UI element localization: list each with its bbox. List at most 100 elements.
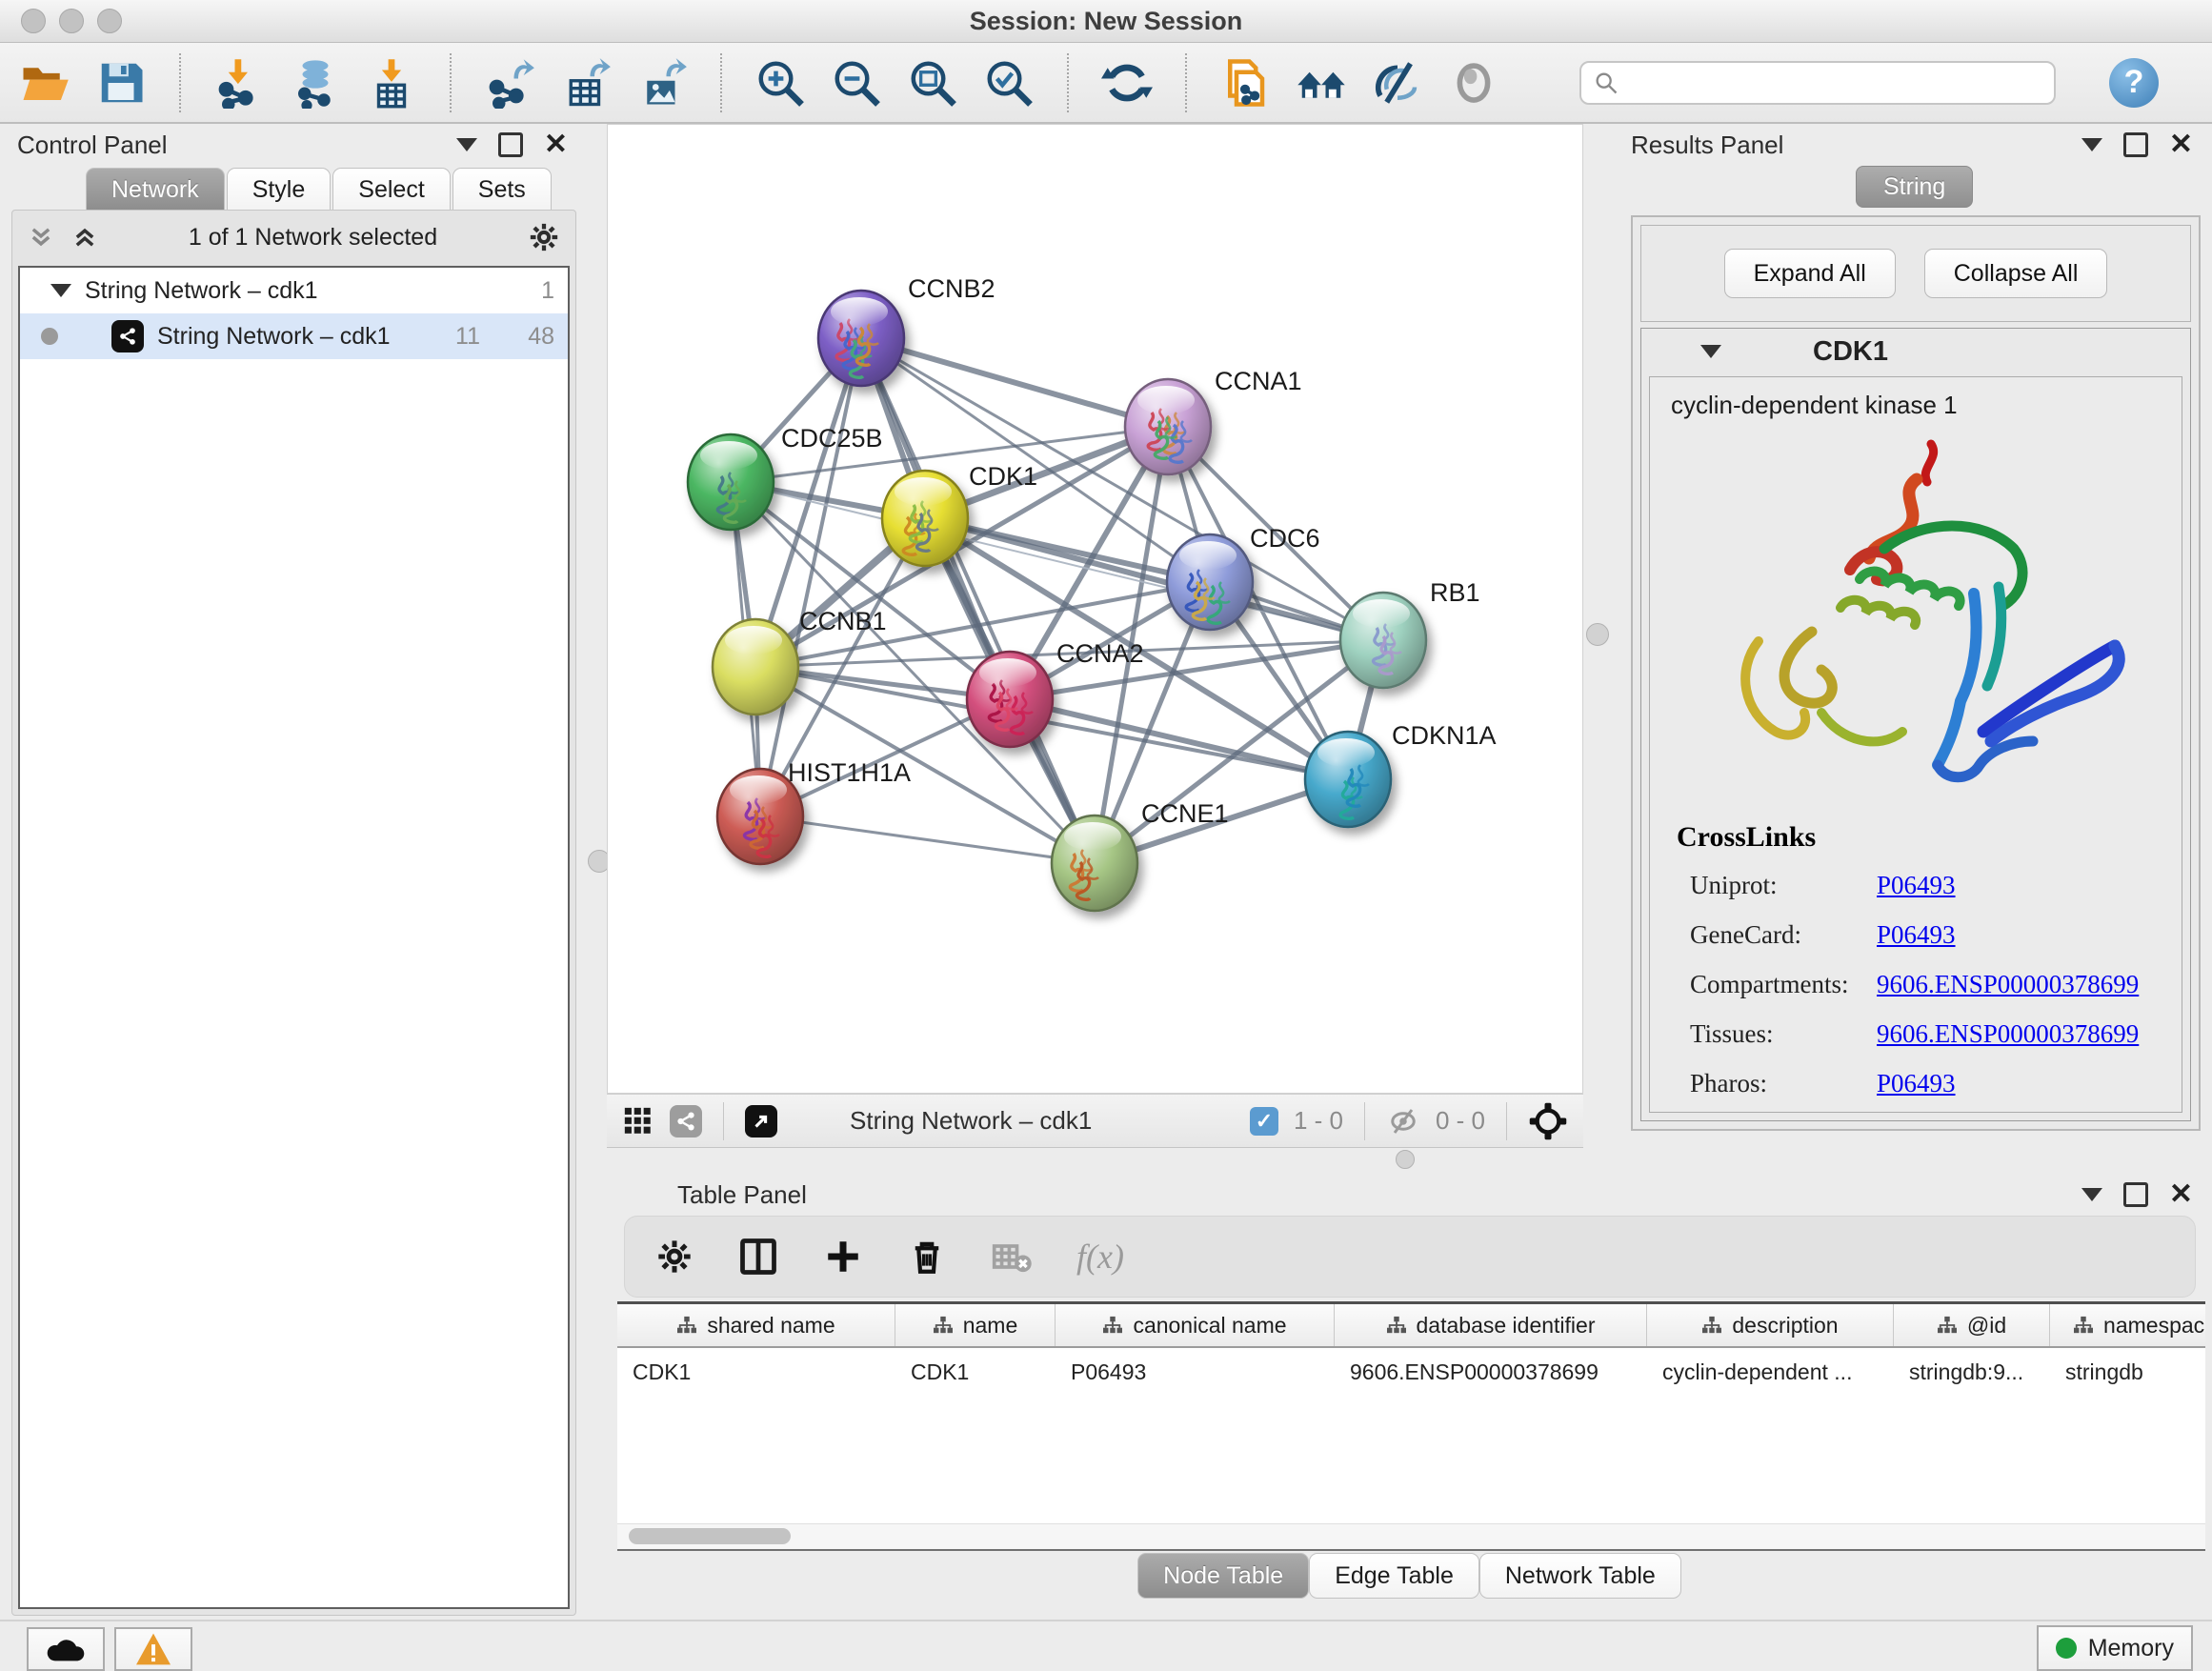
collapse-icon[interactable] (50, 284, 71, 297)
node-CCNB1[interactable] (713, 619, 798, 715)
float-panel-icon[interactable] (2081, 1188, 2102, 1201)
birds-eye-view-icon[interactable] (1528, 1101, 1568, 1141)
table-cell[interactable]: stringdb:9... (1894, 1348, 2050, 1396)
show-hide-icon[interactable] (1446, 55, 1501, 111)
column-header--id[interactable]: @id (1894, 1304, 2050, 1346)
expand-all-icon[interactable] (71, 224, 98, 251)
tab-sets[interactable]: Sets (452, 168, 552, 211)
scrollbar-thumb[interactable] (629, 1528, 791, 1544)
gene-section-header[interactable]: CDK1 (1641, 329, 2190, 374)
tab-network-table[interactable]: Network Table (1479, 1553, 1681, 1599)
grid-view-icon[interactable] (622, 1105, 654, 1137)
table-cell[interactable]: stringdb (2050, 1348, 2205, 1396)
open-in-window-icon[interactable] (745, 1105, 777, 1137)
node-CCNE1[interactable] (1052, 815, 1137, 911)
crosslink-link[interactable]: P06493 (1877, 1069, 2139, 1098)
network-tree-row[interactable]: String Network – cdk1 1 (20, 268, 568, 313)
help-button[interactable]: ? (2109, 58, 2159, 108)
edge-CCNA2-CDKN1A[interactable] (1010, 699, 1348, 779)
add-column-icon[interactable] (823, 1237, 863, 1277)
search-field[interactable] (1579, 61, 2056, 105)
search-input[interactable] (1629, 69, 2042, 97)
tab-edge-table[interactable]: Edge Table (1309, 1553, 1479, 1599)
warnings-button[interactable] (114, 1627, 192, 1671)
crosslink-link[interactable]: 9606.ENSP00000378699 (1877, 1019, 2139, 1049)
node-CCNB2[interactable] (818, 291, 904, 386)
hidden-eye-icon[interactable] (1386, 1104, 1420, 1138)
collapse-all-button[interactable]: Collapse All (1924, 249, 2108, 298)
float-panel-icon[interactable] (456, 138, 477, 151)
table-cell[interactable]: CDK1 (617, 1348, 895, 1396)
node-CDKN1A[interactable] (1305, 732, 1391, 827)
expand-all-button[interactable]: Expand All (1724, 249, 1896, 298)
collapse-gene-icon[interactable] (1700, 345, 1721, 358)
crosslink-link[interactable]: P06493 (1877, 871, 2139, 900)
right-divider-handle[interactable] (1586, 623, 1609, 646)
node-CCNA2[interactable] (967, 652, 1053, 747)
string-home-icon[interactable] (1294, 55, 1349, 111)
import-network-file-icon[interactable] (211, 55, 267, 111)
float-panel-icon[interactable] (2081, 138, 2102, 151)
node-CCNA1[interactable] (1125, 379, 1211, 474)
import-table-icon[interactable] (364, 55, 419, 111)
gear-icon[interactable] (528, 221, 560, 253)
close-panel-icon[interactable]: ✕ (544, 135, 568, 154)
horizontal-scrollbar[interactable] (617, 1523, 2205, 1549)
edge-CCNB2-CCNA1[interactable] (861, 338, 1168, 427)
column-header-name[interactable]: name (895, 1304, 1056, 1346)
collapse-all-icon[interactable] (28, 224, 54, 251)
tab-select[interactable]: Select (332, 168, 450, 211)
column-header-namespace[interactable]: namespace (2050, 1304, 2205, 1346)
maximize-panel-icon[interactable] (498, 132, 523, 157)
export-table-icon[interactable] (558, 55, 613, 111)
import-network-database-icon[interactable] (288, 55, 343, 111)
zoom-fit-icon[interactable] (905, 55, 960, 111)
edge-CCNB2-HIST1H1A[interactable] (760, 338, 861, 816)
edge-CCNE1-HIST1H1A[interactable] (760, 816, 1095, 863)
save-session-icon[interactable] (93, 55, 149, 111)
network-canvas[interactable]: CCNB2CCNA1CDC25BCDK1CDC6RB1CCNB1CCNA2CDK… (607, 124, 1583, 1094)
close-panel-icon[interactable]: ✕ (2169, 135, 2193, 154)
string-results-tab[interactable]: String (1856, 166, 1973, 208)
maximize-panel-icon[interactable] (2123, 1182, 2148, 1207)
tab-node-table[interactable]: Node Table (1137, 1553, 1309, 1599)
crosslink-link[interactable]: P06493 (1877, 920, 2139, 950)
cloud-button[interactable] (27, 1627, 105, 1671)
node-RB1[interactable] (1340, 593, 1426, 688)
node-CDC25B[interactable] (688, 434, 774, 530)
close-panel-icon[interactable]: ✕ (2169, 1185, 2193, 1204)
table-settings-gear-icon[interactable] (655, 1238, 694, 1276)
gene-symbol: CDK1 (1813, 336, 1888, 368)
table-cell[interactable]: P06493 (1056, 1348, 1335, 1396)
selected-nodes-checkbox[interactable]: ✓ (1250, 1107, 1278, 1136)
node-CDC6[interactable] (1167, 534, 1253, 630)
table-cell[interactable]: 9606.ENSP00000378699 (1335, 1348, 1647, 1396)
tab-style[interactable]: Style (227, 168, 332, 211)
maximize-panel-icon[interactable] (2123, 132, 2148, 157)
open-session-icon[interactable] (17, 55, 72, 111)
results-panel-title: Results Panel (1631, 131, 1783, 160)
network-tree-row[interactable]: String Network – cdk1 11 48 (20, 313, 568, 359)
export-network-icon[interactable] (482, 55, 537, 111)
tab-network[interactable]: Network (86, 168, 225, 211)
column-header-database-identifier[interactable]: database identifier (1335, 1304, 1647, 1346)
crosslink-link[interactable]: 9606.ENSP00000378699 (1877, 970, 2139, 999)
zoom-out-icon[interactable] (829, 55, 884, 111)
zoom-selected-icon[interactable] (981, 55, 1036, 111)
node-CDK1[interactable] (882, 471, 968, 566)
memory-button[interactable]: Memory (2037, 1625, 2193, 1671)
column-header-description[interactable]: description (1647, 1304, 1894, 1346)
show-columns-icon[interactable] (737, 1236, 779, 1278)
delete-column-icon[interactable] (907, 1237, 947, 1277)
zoom-in-icon[interactable] (753, 55, 808, 111)
refresh-icon[interactable] (1099, 55, 1155, 111)
table-row[interactable]: CDK1CDK1P064939606.ENSP00000378699cyclin… (617, 1348, 2205, 1396)
export-image-icon[interactable] (634, 55, 690, 111)
enrichment-eye-icon[interactable] (1370, 55, 1425, 111)
network-share-icon[interactable] (670, 1105, 702, 1137)
clone-network-icon[interactable] (1217, 55, 1273, 111)
column-header-canonical-name[interactable]: canonical name (1056, 1304, 1335, 1346)
table-cell[interactable]: cyclin-dependent ... (1647, 1348, 1894, 1396)
table-cell[interactable]: CDK1 (895, 1348, 1056, 1396)
column-header-shared-name[interactable]: shared name (617, 1304, 895, 1346)
